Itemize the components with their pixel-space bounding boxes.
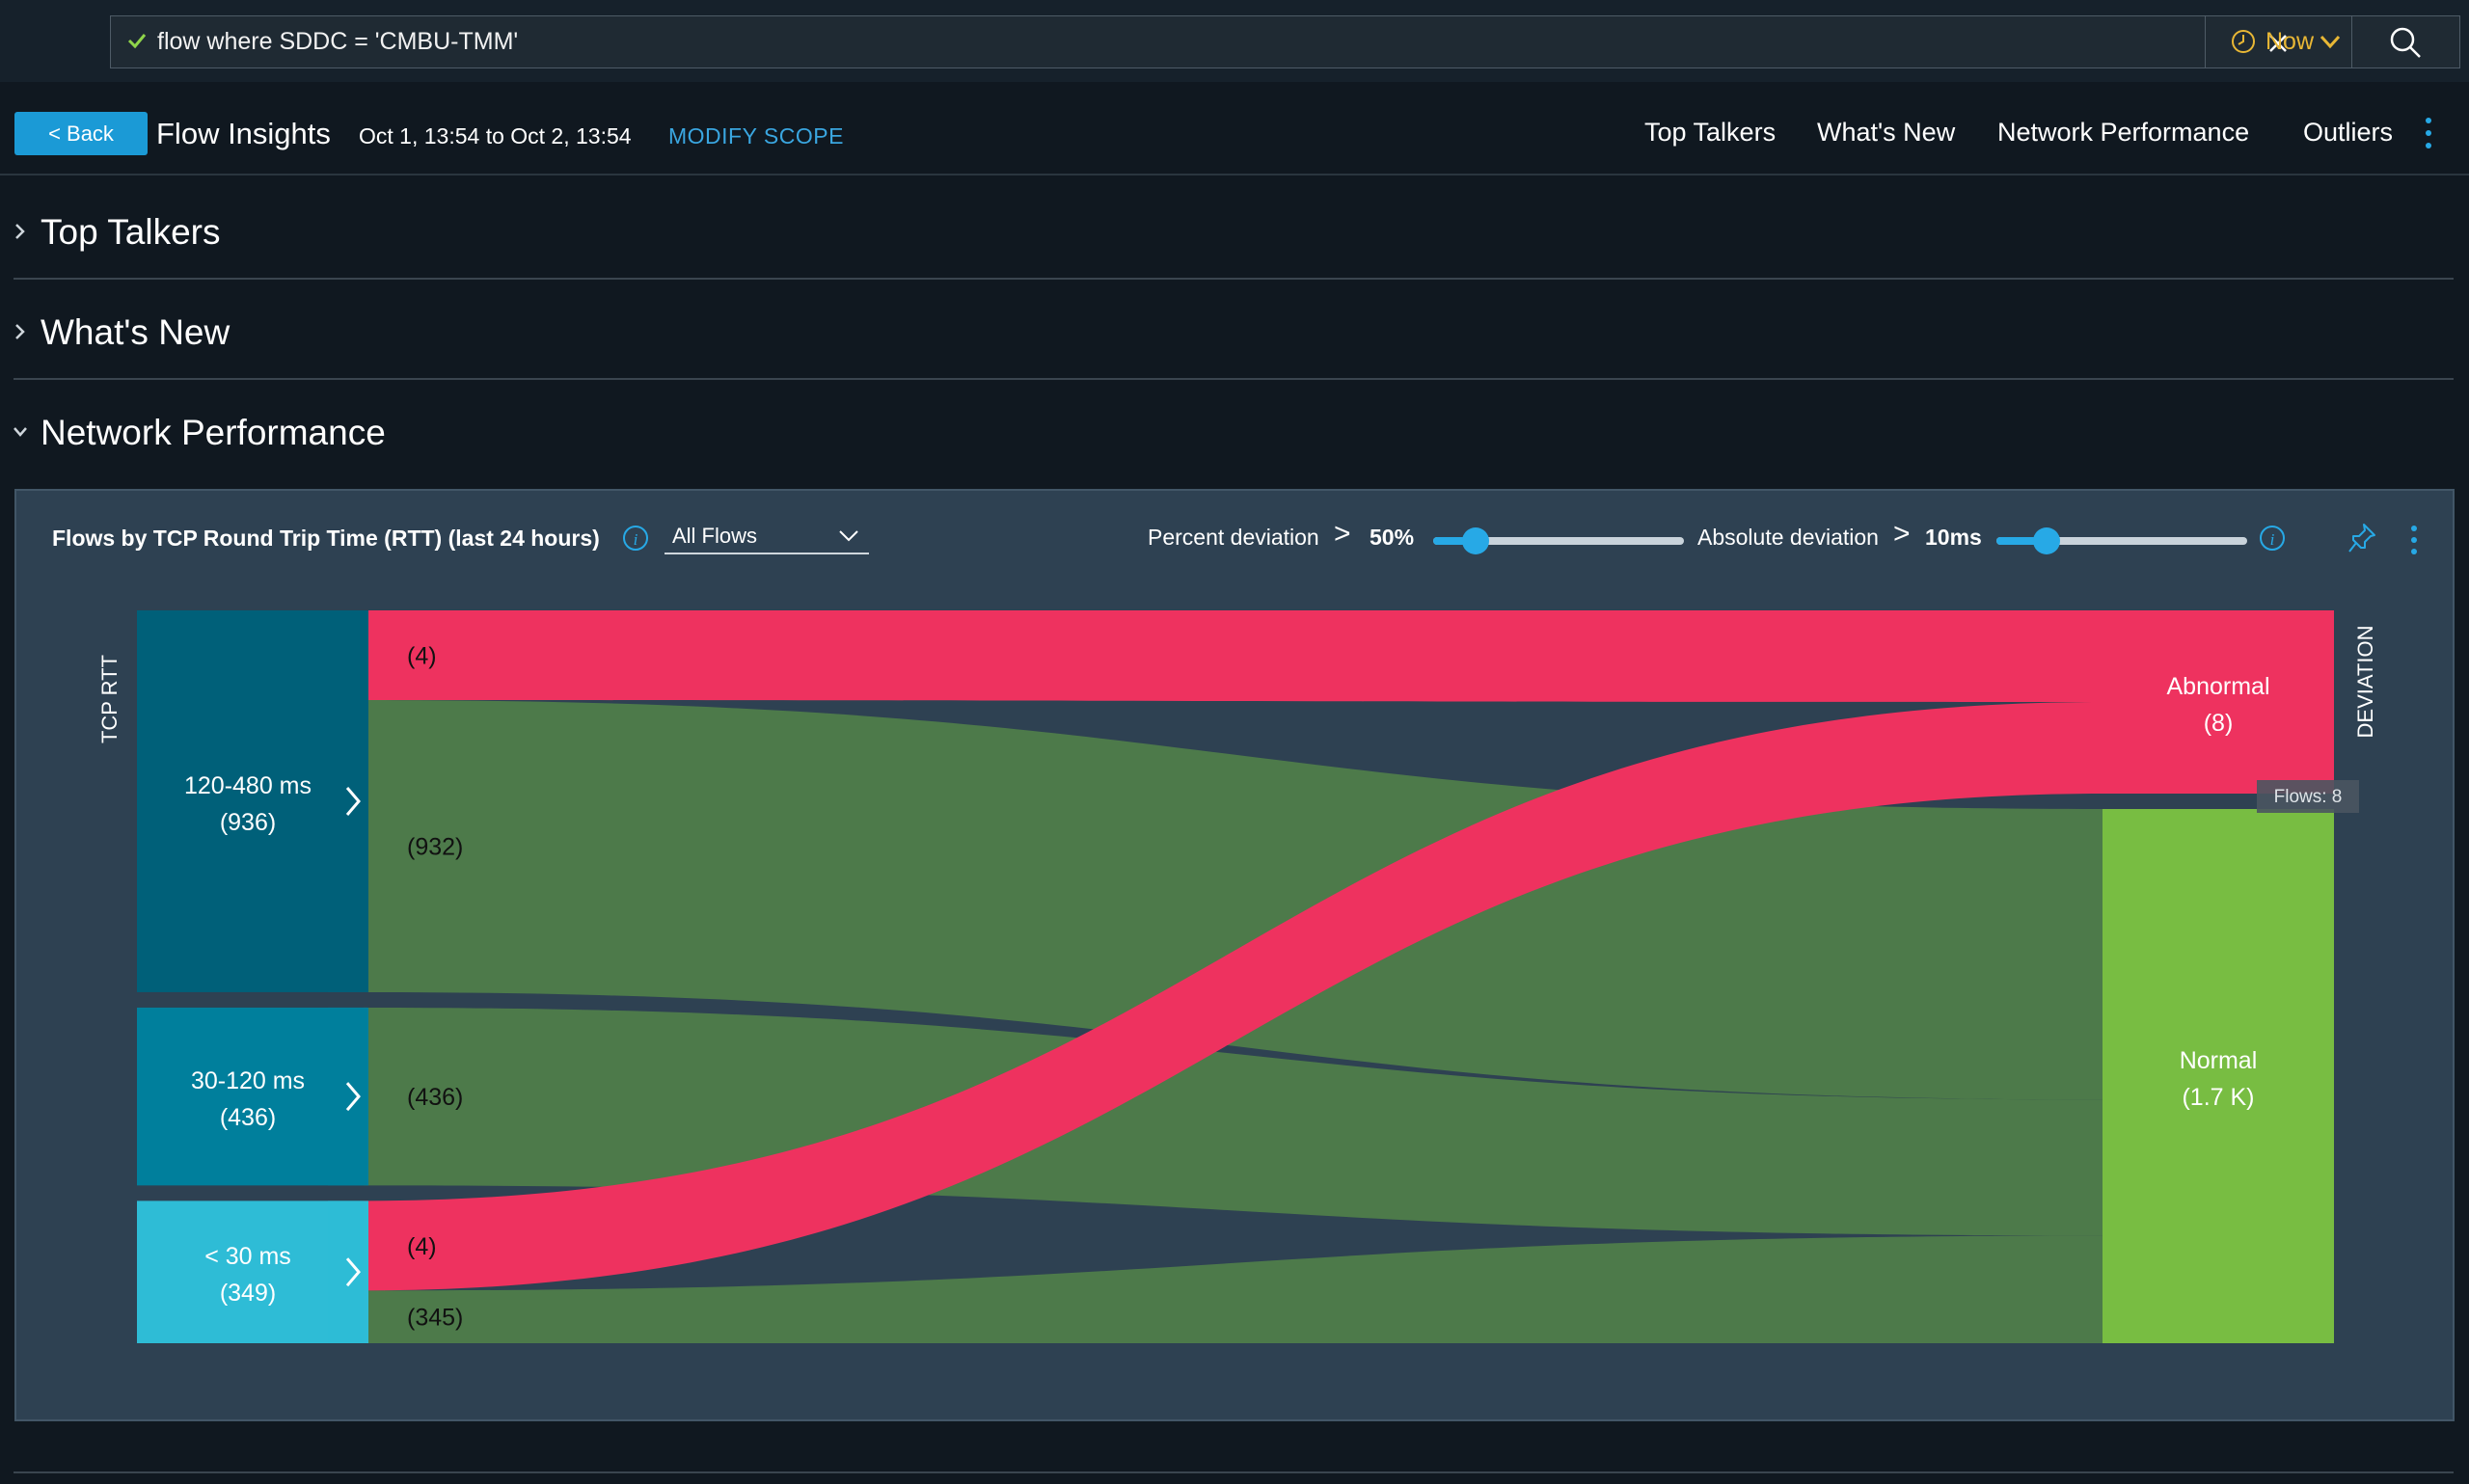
section-top-talkers[interactable]: Top Talkers <box>14 183 2454 280</box>
sankey-chart: 120-480 ms (936) 30-120 ms (436) < 30 ms (349… <box>97 610 2377 1343</box>
network-performance-card: Flows by TCP Round Trip Time (RTT) (last… <box>14 489 2455 1421</box>
tooltip-text: Flows: 8 <box>2274 787 2343 807</box>
nav-outliers[interactable]: Outliers <box>2303 118 2393 148</box>
section-title: Network Performance <box>41 413 386 452</box>
target-node-count: (8) <box>2204 710 2234 737</box>
search-query[interactable]: flow where SDDC = 'CMBU-TMM' <box>157 28 518 56</box>
left-axis-label: TCP RTT <box>97 655 122 743</box>
target-node-count: (1.7 K) <box>2182 1084 2254 1111</box>
divider <box>14 278 2454 280</box>
page-title: Flow Insights <box>156 117 331 150</box>
nav-network-performance[interactable]: Network Performance <box>1997 118 2249 148</box>
source-node-label: 120-480 ms <box>184 772 312 799</box>
nav-whats-new[interactable]: What's New <box>1817 118 1955 148</box>
chevron-down-icon <box>2320 35 2341 49</box>
source-node-label: 30-120 ms <box>191 1067 305 1094</box>
link-label: (345) <box>407 1305 463 1332</box>
source-node-count: (436) <box>220 1104 276 1131</box>
back-button[interactable]: < Back <box>14 112 148 155</box>
clock-icon <box>2232 30 2255 53</box>
search-box[interactable]: flow where SDDC = 'CMBU-TMM' Now <box>110 15 2460 68</box>
page-header: < Back Flow Insights Oct 1, 13:54 to Oct… <box>0 82 2469 175</box>
chevron-down-icon <box>14 427 27 437</box>
link-label: (436) <box>407 1084 463 1111</box>
link-label: (4) <box>407 643 437 670</box>
more-options-icon[interactable] <box>2419 116 2438 150</box>
search-icon <box>2390 27 2421 58</box>
time-picker-button[interactable]: Now <box>2205 16 2351 67</box>
date-range: Oct 1, 13:54 to Oct 2, 13:54 <box>359 123 632 148</box>
target-node-label: Abnormal <box>2167 673 2270 700</box>
modify-scope-link[interactable]: MODIFY SCOPE <box>668 123 844 149</box>
target-node <box>2103 809 2334 1343</box>
source-node-label: < 30 ms <box>204 1243 291 1270</box>
section-network-performance[interactable]: Network Performance <box>14 384 2454 480</box>
right-axis-label: DEVIATION <box>2353 626 2377 739</box>
link-label: (932) <box>407 833 463 860</box>
nav-top-talkers[interactable]: Top Talkers <box>1644 118 1776 148</box>
source-node-count: (936) <box>220 809 276 836</box>
source-node-count: (349) <box>220 1280 276 1307</box>
search-button[interactable] <box>2351 16 2459 67</box>
link-label: (4) <box>407 1233 437 1260</box>
section-whats-new[interactable]: What's New <box>14 283 2454 380</box>
search-bar-row: flow where SDDC = 'CMBU-TMM' Now <box>0 0 2469 82</box>
target-node <box>2103 610 2334 794</box>
section-title: What's New <box>41 312 231 352</box>
divider <box>14 378 2454 380</box>
chevron-right-icon <box>15 224 25 239</box>
check-icon <box>127 34 147 49</box>
time-label: Now <box>2266 28 2315 55</box>
divider <box>14 1471 2454 1473</box>
chevron-right-icon <box>15 324 25 339</box>
sankey-link <box>364 610 2103 702</box>
section-title: Top Talkers <box>41 212 221 252</box>
target-node-label: Normal <box>2180 1047 2258 1074</box>
